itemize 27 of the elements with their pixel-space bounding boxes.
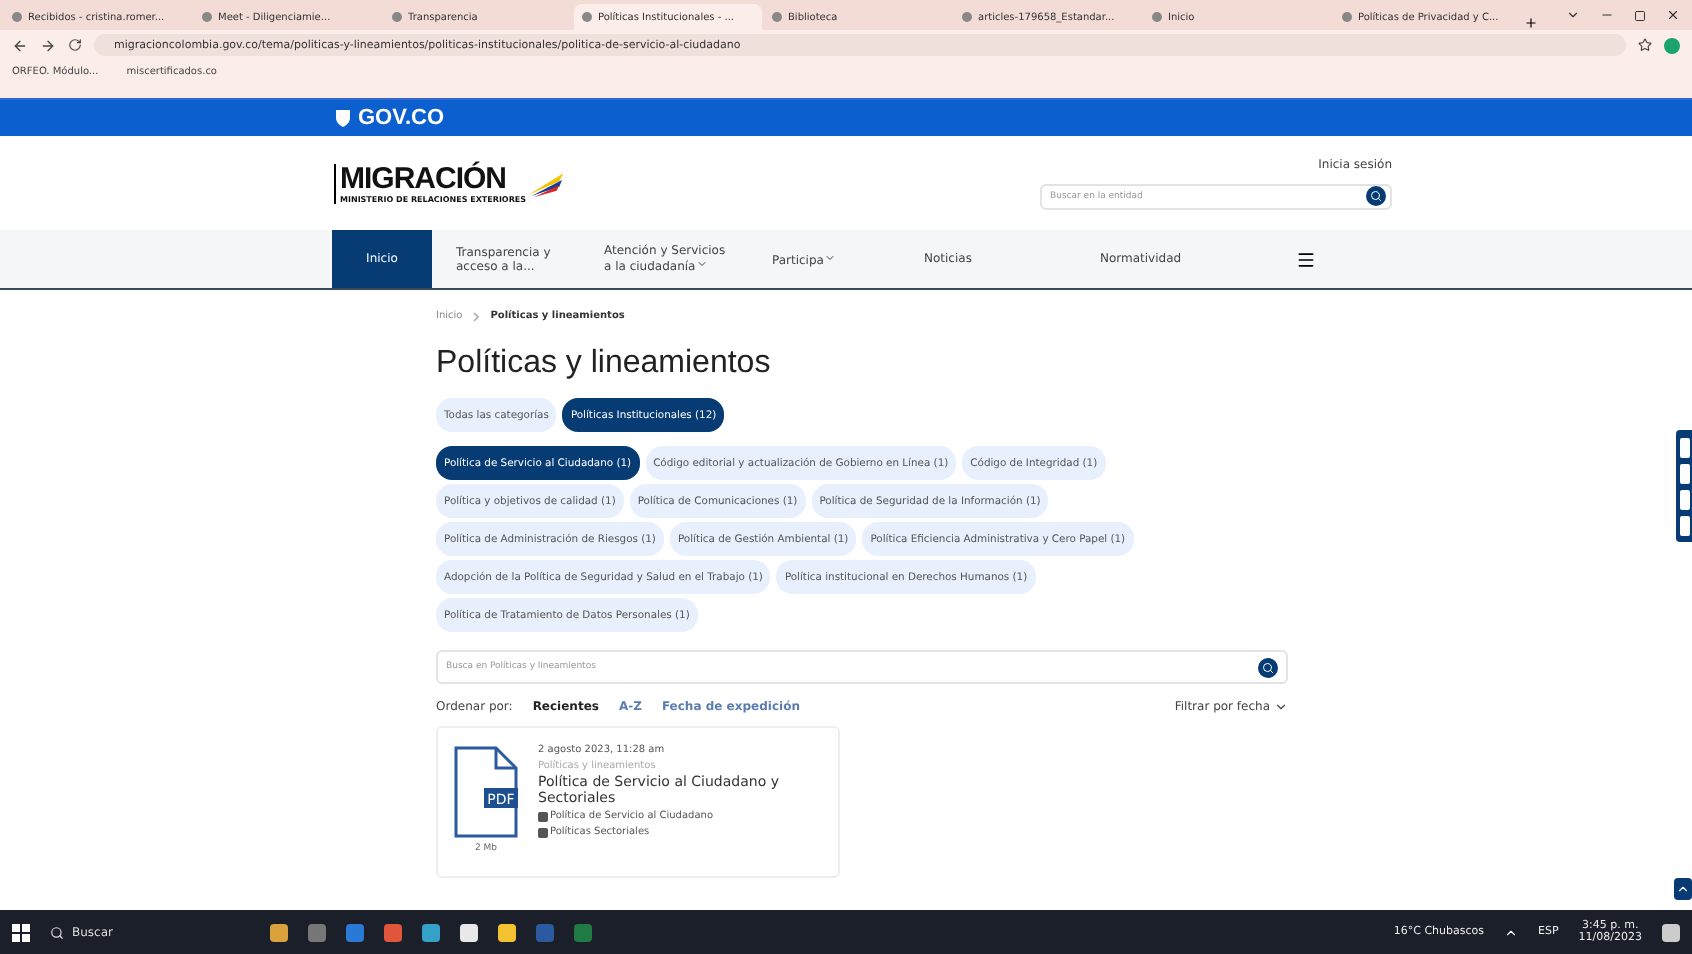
tab-list-icon[interactable] bbox=[1566, 8, 1580, 22]
chevron-down-icon bbox=[695, 258, 708, 270]
windows-start-icon[interactable] bbox=[12, 923, 30, 941]
search-icon bbox=[50, 925, 64, 939]
menu-icon[interactable] bbox=[1296, 249, 1316, 269]
forward-icon[interactable] bbox=[40, 37, 56, 53]
shield-icon bbox=[334, 108, 352, 128]
chevron-down-icon bbox=[1274, 700, 1288, 714]
reload-icon[interactable] bbox=[68, 38, 82, 52]
bookmark-star-icon[interactable] bbox=[1638, 38, 1652, 52]
new-tab-icon[interactable] bbox=[1524, 16, 1538, 30]
maximize-icon[interactable] bbox=[1634, 9, 1646, 21]
search-icon[interactable] bbox=[1258, 657, 1278, 677]
chevron-down-icon bbox=[823, 251, 836, 263]
chevron-right-icon bbox=[472, 311, 481, 321]
minimize-icon[interactable] bbox=[1600, 8, 1614, 22]
accessibility-toolbar[interactable] bbox=[1676, 430, 1692, 542]
gov-logo-text[interactable]: GOV.CO bbox=[358, 106, 444, 130]
close-icon[interactable] bbox=[1666, 8, 1680, 22]
search-icon[interactable] bbox=[1366, 186, 1386, 206]
logo-text[interactable]: MIGRACIÓN bbox=[340, 163, 527, 193]
tray-chevron-icon[interactable] bbox=[1504, 925, 1518, 939]
page-title: Políticas y lineamientos bbox=[436, 346, 773, 382]
chevron-up-icon bbox=[1676, 882, 1690, 896]
scroll-top-button[interactable] bbox=[1674, 878, 1692, 900]
profile-avatar[interactable] bbox=[1664, 37, 1680, 53]
back-icon[interactable] bbox=[12, 37, 28, 53]
